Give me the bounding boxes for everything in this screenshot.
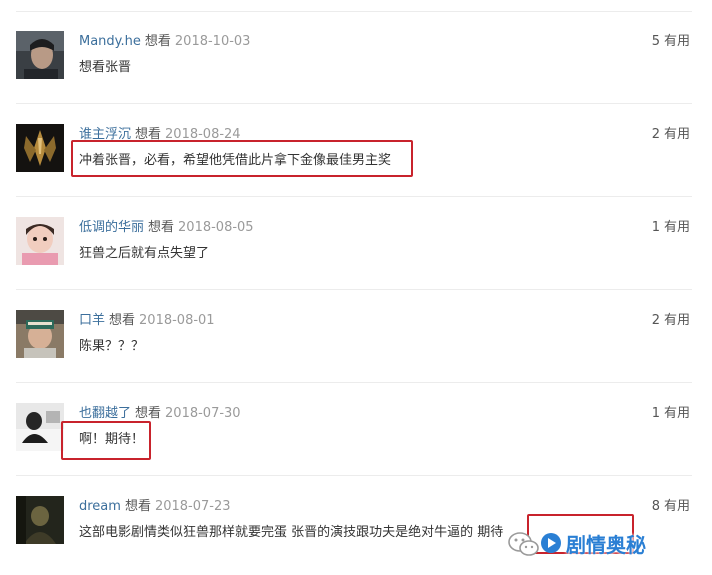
- comment-text: 狂兽之后就有点失望了: [79, 246, 210, 261]
- comment-text: 陈果？？？: [79, 339, 145, 354]
- comment-date: 2018-08-01: [139, 313, 215, 328]
- comment-date: 2018-07-23: [154, 499, 231, 514]
- watermark-text: 剧情奥秘: [566, 533, 646, 557]
- useful-count: 2: [651, 127, 660, 142]
- useful-count: 2: [651, 313, 660, 328]
- useful-vote-button[interactable]: 1 有用: [652, 220, 690, 236]
- avatar[interactable]: [16, 217, 64, 265]
- username-link[interactable]: Mandy.he: [79, 34, 141, 49]
- wechat-logo-icon: [508, 532, 539, 556]
- highlight-box: [61, 421, 151, 460]
- username-link[interactable]: 口羊: [79, 313, 105, 328]
- comment-date: 2018-10-03: [174, 34, 251, 49]
- watermark: 剧情奥秘: [506, 525, 706, 565]
- useful-label: 有用: [663, 220, 690, 235]
- useful-vote-button[interactable]: 8 有用: [652, 499, 690, 515]
- avatar[interactable]: [16, 310, 64, 358]
- comment-date: 2018-07-30: [165, 406, 241, 421]
- watch-status: 想看: [144, 34, 171, 49]
- comment-meta: dream 想看 2018-07-23: [79, 499, 231, 515]
- comment-item: Mandy.he 想看 2018-10-03 想看张晋 5 有用: [0, 11, 712, 104]
- useful-vote-button[interactable]: 2 有用: [652, 127, 690, 143]
- useful-label: 有用: [663, 499, 690, 514]
- watch-status: 想看: [124, 499, 151, 514]
- watch-status: 想看: [135, 406, 162, 421]
- useful-label: 有用: [663, 406, 690, 421]
- avatar[interactable]: [16, 31, 64, 79]
- play-circle-icon: [541, 533, 561, 553]
- comment-item: 低调的华丽 想看 2018-08-05 狂兽之后就有点失望了 1 有用: [0, 197, 712, 290]
- useful-label: 有用: [663, 127, 690, 142]
- comment-item: 口羊 想看 2018-08-01 陈果？？？ 2 有用: [0, 290, 712, 383]
- avatar[interactable]: [16, 124, 64, 172]
- comment-text: 想看张晋: [79, 60, 132, 75]
- watch-status: 想看: [109, 313, 136, 328]
- username-link[interactable]: 也翻越了: [79, 406, 131, 421]
- useful-label: 有用: [663, 313, 690, 328]
- useful-vote-button[interactable]: 2 有用: [652, 313, 690, 329]
- comment-date: 2018-08-05: [178, 220, 254, 235]
- useful-count: 5: [651, 34, 660, 49]
- useful-vote-button[interactable]: 1 有用: [652, 406, 690, 422]
- username-link[interactable]: 低调的华丽: [79, 220, 144, 235]
- comment-meta: Mandy.he 想看 2018-10-03: [79, 34, 250, 50]
- watch-status: 想看: [148, 220, 175, 235]
- useful-vote-button[interactable]: 5 有用: [652, 34, 690, 50]
- highlight-box: [71, 140, 413, 177]
- comment-meta: 口羊 想看 2018-08-01: [79, 313, 215, 329]
- comment-meta: 也翻越了 想看 2018-07-30: [79, 406, 241, 422]
- comment-meta: 低调的华丽 想看 2018-08-05: [79, 220, 254, 236]
- username-link[interactable]: dream: [79, 499, 121, 514]
- useful-count: 8: [651, 499, 660, 514]
- avatar[interactable]: [16, 496, 64, 544]
- avatar[interactable]: [16, 403, 64, 451]
- comment-list-page: Mandy.he 想看 2018-10-03 想看张晋 5 有用 谁主浮沉 想看 2018…: [0, 0, 712, 575]
- useful-count: 1: [651, 406, 660, 421]
- useful-label: 有用: [663, 34, 690, 49]
- useful-count: 1: [651, 220, 660, 235]
- comment-text: 这部电影剧情类似狂兽那样就要完蛋 张晋的演技跟功夫是绝对牛逼的 期待: [79, 525, 504, 540]
